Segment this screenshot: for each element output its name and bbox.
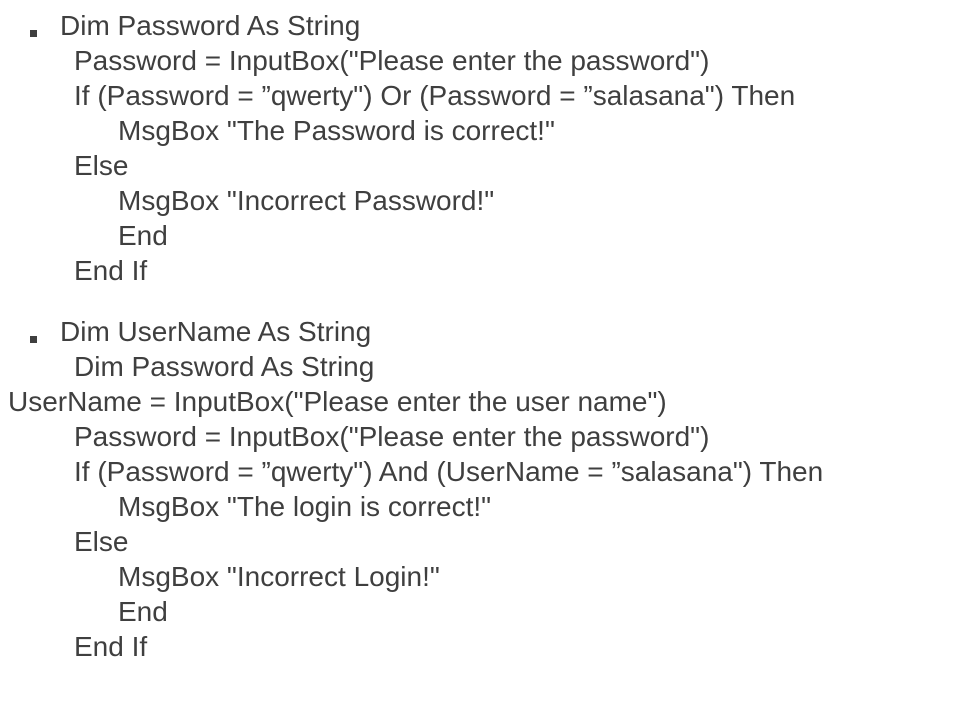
- bullet-line: Dim Password As String: [8, 8, 952, 43]
- code-line: Dim UserName As String: [60, 314, 371, 349]
- code-document: Dim Password As String Password = InputB…: [0, 0, 960, 698]
- code-line: End: [8, 594, 952, 629]
- code-line: Password = InputBox("Please enter the pa…: [8, 419, 952, 454]
- code-line: MsgBox "The login is correct!": [8, 489, 952, 524]
- code-block-2: Dim UserName As String Dim Password As S…: [8, 314, 952, 664]
- code-line: MsgBox "Incorrect Login!": [8, 559, 952, 594]
- code-block-1: Dim Password As String Password = InputB…: [8, 8, 952, 288]
- code-line: Else: [8, 524, 952, 559]
- bullet-icon: [8, 314, 60, 349]
- code-line: UserName = InputBox("Please enter the us…: [8, 384, 952, 419]
- code-line: Password = InputBox("Please enter the pa…: [8, 43, 952, 78]
- bullet-icon: [8, 8, 60, 43]
- code-line: Dim Password As String: [60, 8, 360, 43]
- code-line: Else: [8, 148, 952, 183]
- code-line: End: [8, 218, 952, 253]
- code-line: MsgBox "The Password is correct!": [8, 113, 952, 148]
- code-line: If (Password = ”qwerty") And (UserName =…: [8, 454, 952, 489]
- code-line: Dim Password As String: [8, 349, 952, 384]
- code-line: End If: [8, 253, 952, 288]
- code-line: If (Password = ”qwerty") Or (Password = …: [8, 78, 952, 113]
- bullet-line: Dim UserName As String: [8, 314, 952, 349]
- code-line: MsgBox "Incorrect Password!": [8, 183, 952, 218]
- code-line: End If: [8, 629, 952, 664]
